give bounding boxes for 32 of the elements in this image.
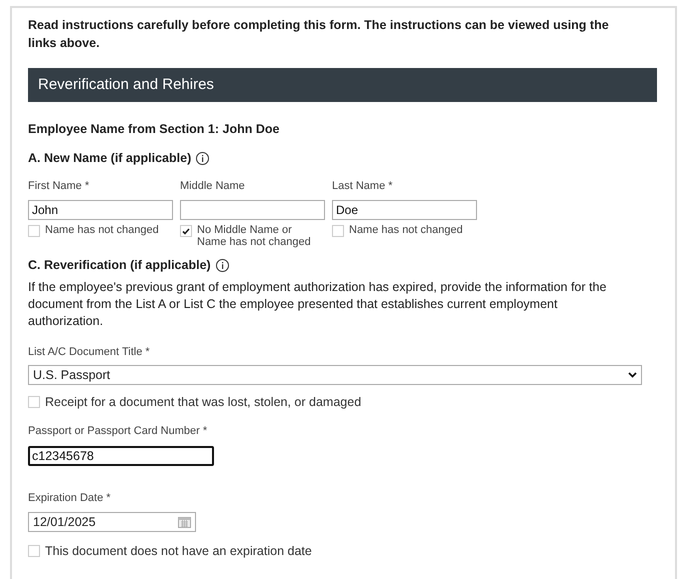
name-field[interactable]: [180, 200, 325, 220]
field-label: Last Name *: [332, 178, 394, 194]
checkbox-label[interactable]: Name has not changed: [45, 224, 170, 236]
section-header: Reverification and Rehires: [28, 68, 657, 102]
name-field[interactable]: John: [28, 200, 173, 220]
field-label: Middle Name: [180, 178, 246, 194]
checkbox[interactable]: [180, 225, 192, 237]
checkbox[interactable]: [332, 225, 344, 237]
name-field[interactable]: Doe: [332, 200, 477, 220]
info-icon[interactable]: [216, 258, 229, 272]
instructions-text: Read instructions carefully before completing this form. The instructions can be viewed using the links above.: [28, 17, 610, 52]
checkbox[interactable]: [28, 545, 40, 558]
field-label: Passport or Passport Card Number *: [28, 424, 208, 440]
date-field[interactable]: 12/01/2025: [28, 512, 196, 532]
field-label: Expiration Date *: [28, 490, 112, 506]
document-number-field[interactable]: c12345678: [28, 446, 214, 466]
checkbox-label[interactable]: This document does not have an expiration date: [45, 544, 312, 558]
employee-name: Employee Name from Section 1: John Doe: [28, 121, 280, 138]
section-heading: A. New Name (if applicable): [28, 150, 192, 167]
checkbox-label[interactable]: Receipt for a document that was lost, stolen, or damaged: [45, 395, 362, 410]
field-label: First Name *: [28, 178, 90, 194]
section-heading: C. Reverification (if applicable): [28, 257, 211, 274]
chevron-down-icon: [628, 372, 637, 378]
document-title-select[interactable]: U.S. Passport: [28, 365, 642, 386]
checkbox[interactable]: [28, 225, 40, 237]
checkbox[interactable]: [28, 396, 40, 408]
calendar-icon[interactable]: [178, 516, 191, 528]
field-label: List A/C Document Title *: [28, 344, 151, 360]
checkbox-label[interactable]: No Middle Name or Name has not changed: [197, 224, 322, 248]
description-text: If the employee's previous grant of employment authorization has expired, provide the information for the document from the List A or List C the employee presented that establishes current employment authorization.: [28, 278, 608, 330]
info-icon[interactable]: [196, 152, 210, 165]
checkbox-label[interactable]: Name has not changed: [349, 224, 474, 236]
